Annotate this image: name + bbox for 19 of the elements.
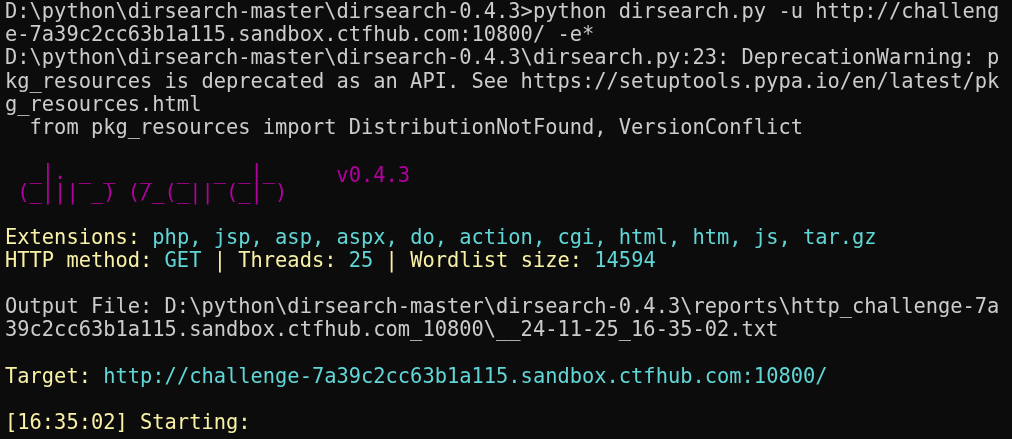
terminal-text: D:\python\dirsearch-master\dirsearch-0.4.3>python dirsearch.py -u http://challeng (5, 0, 1000, 23)
field-value: 14594 (594, 247, 656, 272)
terminal-text: D:\python\dirsearch-master\dirsearch-0.4.3\dirsearch.py:23: DeprecationWarning: p (5, 45, 1000, 70)
terminal-text: from pkg_resources import DistributionNotFound, VersionConflict (29, 114, 803, 139)
terminal-text: Output File: D:\python\dirsearch-master\dirsearch-0.4.3\reports\http_challenge-7a (5, 294, 1000, 319)
field-label: | Wordlist size: (385, 247, 583, 272)
field-label: HTTP method: (5, 247, 154, 272)
field-label: | Threads: (212, 247, 338, 272)
field-value: GET (164, 247, 202, 272)
field-value: 25 (348, 247, 374, 272)
field-value: http://challenge-7a39c2cc63b1a115.sandbox.ctfhub.com:10800/ (103, 363, 828, 388)
field-value: php, jsp, asp, aspx, do, action, cgi, html, htm, js, tar.gz (152, 224, 877, 249)
version-text: v0.4.3 (336, 164, 411, 187)
field-label: Extensions: (5, 224, 142, 249)
terminal-text: kg_resources is deprecated as an API. See https://setuptools.pypa.io/en/latest/pk (5, 68, 1000, 93)
terminal-text: 39c2cc63b1a115.sandbox.ctfhub.com_10800\__24-11-25_16-35-02.txt (5, 317, 779, 342)
field-label: [16:35:02] Starting: (5, 410, 251, 434)
field-label: Target: (5, 363, 92, 388)
terminal-text: e-7a39c2cc63b1a115.sandbox.ctfhub.com:10800/ -e* (5, 22, 595, 47)
